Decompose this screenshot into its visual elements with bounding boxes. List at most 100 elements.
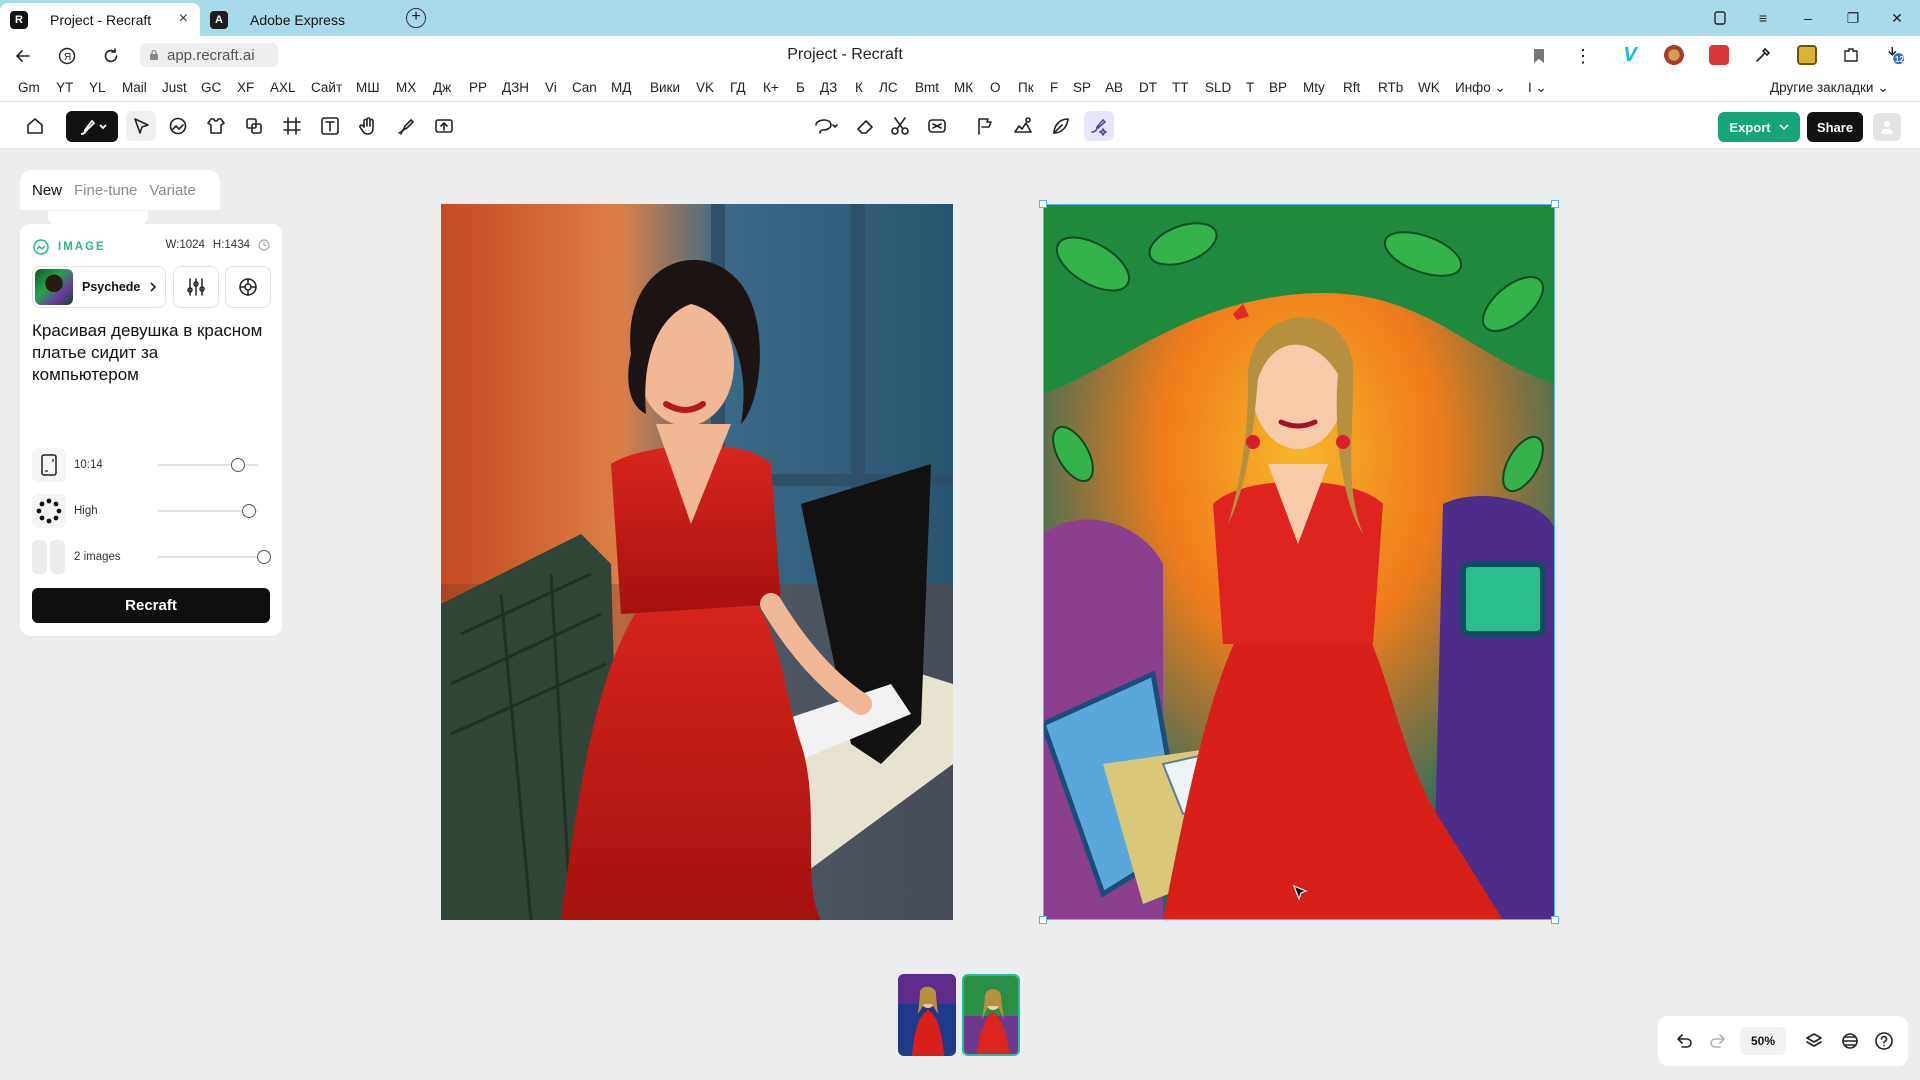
select-tool-icon[interactable] (126, 111, 156, 141)
view-mode-icon[interactable] (1838, 1029, 1862, 1053)
url-field[interactable]: app.recraft.ai (140, 43, 278, 67)
quality-slider-handle[interactable] (242, 504, 256, 518)
bookmark-item[interactable]: Сайт (311, 80, 342, 95)
bookmark-item[interactable]: F (1050, 80, 1058, 95)
bookmark-item[interactable]: Gm (18, 80, 40, 95)
undo-icon[interactable] (1672, 1029, 1696, 1053)
bookmark-item[interactable]: МД (611, 80, 631, 95)
image-count-slider-handle[interactable] (257, 550, 271, 564)
bookmark-item[interactable]: ДЗ (820, 80, 837, 95)
style-selector-button[interactable]: Psychede (32, 266, 166, 308)
bookmark-item[interactable]: DT (1139, 80, 1157, 95)
recraft-generate-button[interactable]: Recraft (32, 588, 270, 623)
bookmark-item[interactable]: SP (1073, 80, 1091, 95)
bookmark-item[interactable]: TT (1172, 80, 1189, 95)
tab-variate[interactable]: Variate (149, 182, 195, 199)
aspect-ratio-slider-handle[interactable] (231, 458, 245, 472)
generated-image-retro[interactable] (441, 204, 953, 920)
image-thumbnail-selected[interactable] (962, 974, 1020, 1056)
bookmark-item[interactable]: WK (1418, 80, 1440, 95)
pen-tool-icon[interactable] (391, 111, 421, 141)
reload-icon[interactable] (100, 45, 122, 67)
bookmark-item[interactable]: Bmt (915, 80, 939, 95)
help-icon[interactable] (1872, 1029, 1896, 1053)
lasso-tool-icon[interactable] (808, 111, 844, 141)
folder-extension-icon[interactable] (1797, 45, 1817, 65)
tabs-panel-icon[interactable] (1708, 6, 1732, 30)
bookmark-item[interactable]: ДЗН (502, 80, 529, 95)
share-button[interactable]: Share (1807, 112, 1863, 142)
vectorize-icon[interactable] (1046, 111, 1076, 141)
bookmark-item[interactable]: AXL (270, 80, 296, 95)
resize-handle-top-right[interactable] (1551, 200, 1559, 208)
yandex-icon[interactable]: Я (56, 45, 78, 67)
new-tab-button[interactable]: + (406, 8, 426, 28)
style-flag-icon[interactable] (970, 111, 1000, 141)
bookmark-item[interactable]: T (1246, 80, 1254, 95)
bookmark-item[interactable]: MX (396, 80, 416, 95)
upload-image-icon[interactable] (429, 111, 459, 141)
eyedropper-extension-icon[interactable] (1753, 45, 1773, 65)
restore-icon[interactable]: ❐ (1841, 6, 1865, 30)
bookmark-item[interactable]: BP (1269, 80, 1287, 95)
brush-tool-button[interactable] (66, 111, 118, 142)
export-button[interactable]: Export (1718, 112, 1800, 142)
red-extension-icon[interactable] (1709, 45, 1729, 65)
user-avatar-icon[interactable] (1873, 113, 1901, 141)
bookmark-item[interactable]: RTb (1378, 80, 1403, 95)
image-thumbnail[interactable] (898, 974, 956, 1056)
prompt-input[interactable]: Красивая девушка в красном платье сидит … (32, 320, 267, 386)
creative-upscale-icon[interactable] (1008, 111, 1038, 141)
bookmark-item[interactable]: Can (572, 80, 597, 95)
image-count-control[interactable]: 2 images (32, 540, 271, 574)
text-tool-icon[interactable] (315, 111, 345, 141)
close-tab-icon[interactable]: × (179, 10, 188, 28)
quality-control[interactable]: High (32, 494, 268, 528)
redo-icon[interactable] (1706, 1029, 1730, 1053)
downloads-icon[interactable]: 12 (1885, 45, 1905, 65)
more-options-icon[interactable]: ⋮ (1572, 45, 1594, 67)
bookmark-item[interactable]: О (990, 80, 1001, 95)
scissors-icon[interactable] (885, 111, 915, 141)
minimize-icon[interactable]: – (1796, 6, 1820, 30)
bookmark-item[interactable]: Б (796, 80, 805, 95)
tab-new[interactable]: New (32, 182, 62, 199)
zoom-level[interactable]: 50% (1740, 1027, 1786, 1055)
bookmark-item[interactable]: Just (162, 80, 187, 95)
image-count-track[interactable] (158, 556, 258, 558)
bookmark-item[interactable]: К+ (763, 80, 779, 95)
bookmark-item[interactable]: Rft (1343, 80, 1360, 95)
bookmark-item[interactable]: МК (954, 80, 973, 95)
generated-image-psychedelic[interactable] (1043, 204, 1555, 920)
bookmark-item[interactable]: Вики (650, 80, 680, 95)
bookmark-item[interactable]: VK (696, 80, 714, 95)
home-icon[interactable] (20, 111, 50, 141)
bookmark-item[interactable]: XF (237, 80, 254, 95)
bookmark-item[interactable]: МШ (356, 80, 380, 95)
bookmark-item[interactable]: YT (56, 80, 73, 95)
bookmark-item[interactable]: Mail (122, 80, 147, 95)
tab-fine-tune[interactable]: Fine-tune (74, 182, 137, 199)
back-icon[interactable] (12, 45, 34, 67)
bookmark-item[interactable]: ЛС (879, 80, 898, 95)
other-bookmarks[interactable]: Другие закладки ⌄ (1770, 80, 1889, 96)
layers-icon[interactable] (1802, 1029, 1826, 1053)
bookmark-item[interactable]: Mty (1303, 80, 1325, 95)
vimeo-extension-icon[interactable]: V (1620, 44, 1640, 66)
tab-project-recraft[interactable]: R Project - Recraft × (0, 3, 200, 36)
settings-sliders-button[interactable] (173, 266, 219, 308)
image-dimensions[interactable]: W:1024 H:1434 (165, 239, 270, 251)
bookmark-icon[interactable] (1528, 45, 1550, 67)
bookmark-item[interactable]: Vi (545, 80, 557, 95)
mockup-icon[interactable] (201, 111, 231, 141)
resize-handle-bottom-right[interactable] (1551, 916, 1559, 924)
bookmark-item[interactable]: ГД (730, 80, 746, 95)
menu-icon[interactable]: ≡ (1751, 6, 1775, 30)
bookmark-item[interactable]: GC (201, 80, 221, 95)
close-window-icon[interactable]: ✕ (1885, 6, 1909, 30)
bookmark-item[interactable]: AB (1105, 80, 1123, 95)
bookmark-item[interactable]: Дж (433, 80, 451, 95)
resize-handle-bottom-left[interactable] (1039, 916, 1047, 924)
color-palette-button[interactable] (225, 266, 271, 308)
bookmark-item[interactable]: YL (89, 80, 106, 95)
